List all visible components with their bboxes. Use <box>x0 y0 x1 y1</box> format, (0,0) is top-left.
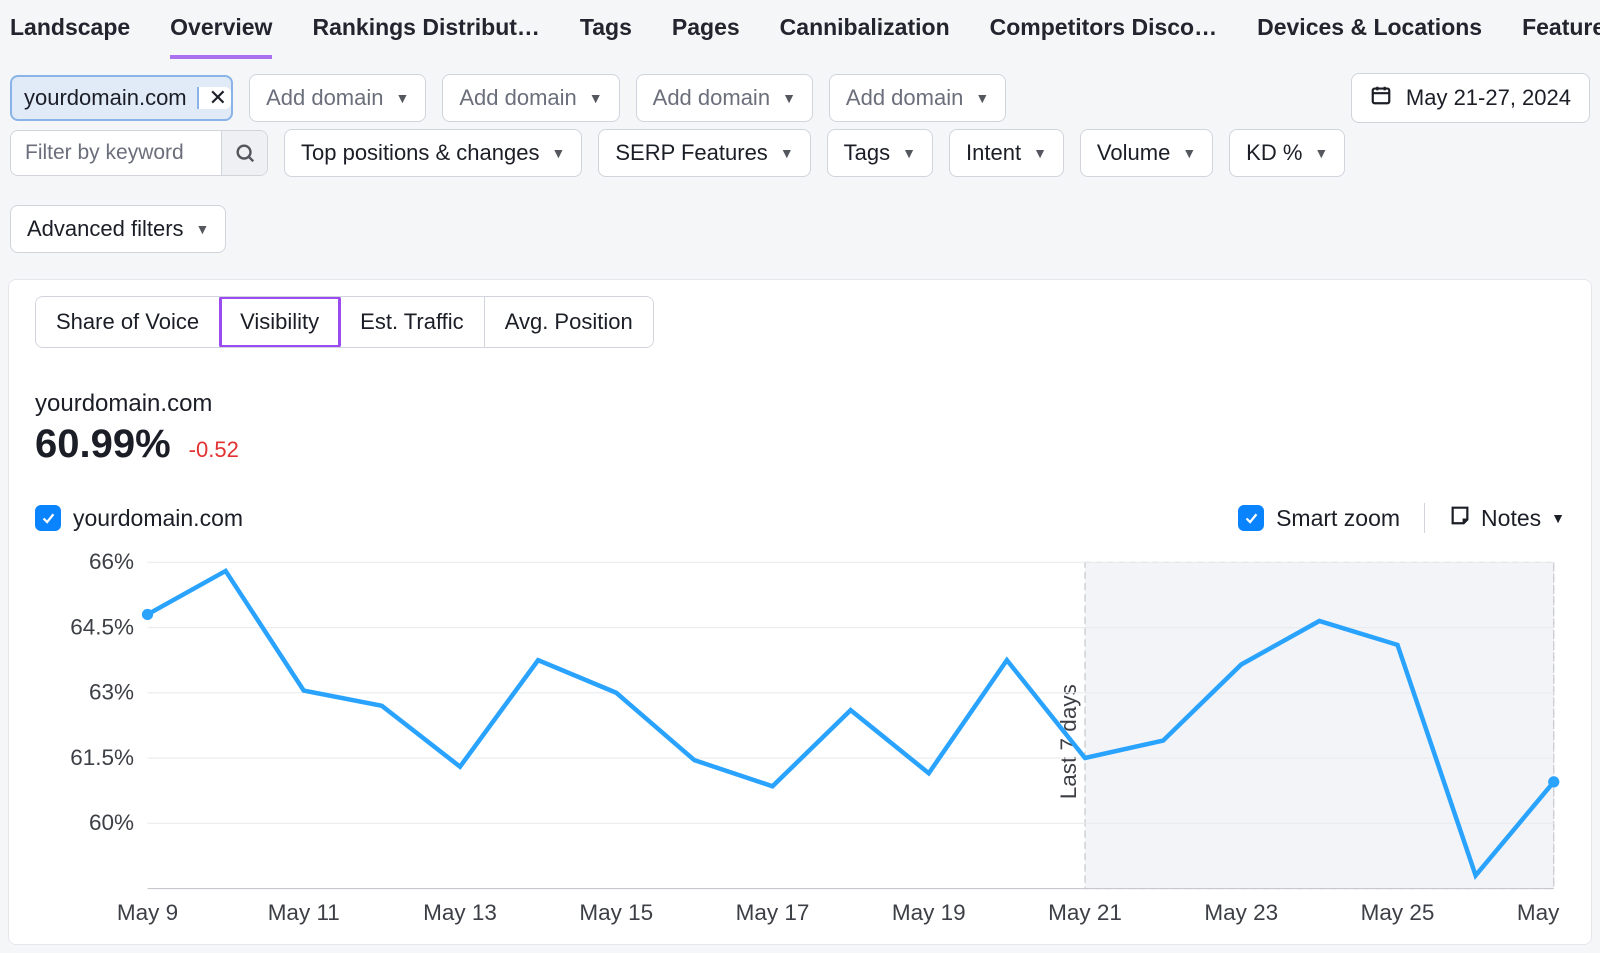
svg-text:May 27: May 27 <box>1517 900 1565 925</box>
chevron-down-icon: ▼ <box>589 90 603 106</box>
svg-text:May 19: May 19 <box>892 900 966 925</box>
filter-serp-features[interactable]: SERP Features ▼ <box>598 129 810 177</box>
svg-text:May 21: May 21 <box>1048 900 1122 925</box>
stat-domain: yourdomain.com <box>35 390 1565 418</box>
domain-chip[interactable]: yourdomain.com ✕ <box>10 75 233 121</box>
legend-series-toggle[interactable]: yourdomain.com <box>35 505 243 532</box>
checkbox-checked-icon <box>1238 505 1264 531</box>
notes-label: Notes <box>1481 505 1541 532</box>
chevron-down-icon: ▼ <box>1314 145 1328 161</box>
chevron-down-icon: ▼ <box>902 145 916 161</box>
checkbox-checked-icon <box>35 505 61 531</box>
overview-panel: Share of Voice Visibility Est. Traffic A… <box>8 279 1592 945</box>
svg-text:61.5%: 61.5% <box>70 745 134 770</box>
tab-overview[interactable]: Overview <box>170 14 272 59</box>
top-nav: Landscape Overview Rankings Distribut… T… <box>0 0 1600 59</box>
svg-text:Last 7 days: Last 7 days <box>1056 684 1081 799</box>
keyword-search-button[interactable] <box>221 131 267 175</box>
stat-block: yourdomain.com 60.99% -0.52 <box>35 390 1565 467</box>
stat-value: 60.99% <box>35 422 171 467</box>
tab-tags[interactable]: Tags <box>580 14 632 59</box>
tab-landscape[interactable]: Landscape <box>10 14 130 59</box>
svg-text:May 11: May 11 <box>268 900 340 925</box>
chevron-down-icon: ▼ <box>780 145 794 161</box>
svg-text:60%: 60% <box>89 810 134 835</box>
chevron-down-icon: ▼ <box>782 90 796 106</box>
tab-featured-snippets[interactable]: Featured Snippets <box>1522 14 1600 59</box>
stat-delta: -0.52 <box>189 437 239 463</box>
legend-series-label: yourdomain.com <box>73 505 243 532</box>
svg-text:May 15: May 15 <box>579 900 653 925</box>
add-domain-2[interactable]: Add domain ▼ <box>442 74 619 122</box>
visibility-chart[interactable]: Last 7 days 60% 61.5% 63% 64.5% 66% May 9 May 1… <box>35 551 1565 934</box>
svg-text:64.5%: 64.5% <box>70 614 134 639</box>
smart-zoom-label: Smart zoom <box>1276 505 1400 532</box>
chevron-down-icon: ▼ <box>1182 145 1196 161</box>
tab-pages[interactable]: Pages <box>672 14 740 59</box>
filter-intent[interactable]: Intent ▼ <box>949 129 1064 177</box>
filter-tags[interactable]: Tags ▼ <box>827 129 933 177</box>
tab-rankings-distribution[interactable]: Rankings Distribut… <box>312 14 539 59</box>
filter-bar-row-2: Top positions & changes ▼ SERP Features … <box>0 129 1600 259</box>
divider <box>1424 503 1425 533</box>
add-domain-4[interactable]: Add domain ▼ <box>829 74 1006 122</box>
svg-text:May 17: May 17 <box>736 900 810 925</box>
metric-tab-est-traffic[interactable]: Est. Traffic <box>340 297 485 347</box>
svg-text:63%: 63% <box>89 680 134 705</box>
metric-tab-visibility[interactable]: Visibility <box>220 297 340 347</box>
add-domain-3[interactable]: Add domain ▼ <box>636 74 813 122</box>
filter-bar-row-1: yourdomain.com ✕ Add domain ▼ Add domain… <box>0 59 1600 129</box>
remove-domain-icon[interactable]: ✕ <box>197 87 231 109</box>
note-icon <box>1449 504 1471 532</box>
svg-text:May 9: May 9 <box>117 900 178 925</box>
date-range-label: May 21-27, 2024 <box>1406 85 1571 111</box>
filter-advanced[interactable]: Advanced filters ▼ <box>10 205 226 253</box>
chevron-down-icon: ▼ <box>1033 145 1047 161</box>
metric-tabs: Share of Voice Visibility Est. Traffic A… <box>35 296 654 348</box>
svg-text:66%: 66% <box>89 551 134 574</box>
tab-devices-locations[interactable]: Devices & Locations <box>1257 14 1482 59</box>
keyword-search <box>10 130 268 176</box>
smart-zoom-toggle[interactable]: Smart zoom <box>1238 505 1400 532</box>
svg-text:May 25: May 25 <box>1361 900 1435 925</box>
keyword-search-input[interactable] <box>11 131 221 175</box>
notes-dropdown[interactable]: Notes ▼ <box>1449 504 1565 532</box>
filter-kd[interactable]: KD % ▼ <box>1229 129 1345 177</box>
filter-top-positions[interactable]: Top positions & changes ▼ <box>284 129 582 177</box>
calendar-icon <box>1370 84 1392 112</box>
filter-volume[interactable]: Volume ▼ <box>1080 129 1213 177</box>
add-domain-1[interactable]: Add domain ▼ <box>249 74 426 122</box>
chevron-down-icon: ▼ <box>196 221 210 237</box>
svg-text:May 23: May 23 <box>1204 900 1278 925</box>
tab-competitors-discovery[interactable]: Competitors Disco… <box>990 14 1217 59</box>
chevron-down-icon: ▼ <box>975 90 989 106</box>
legend-row: yourdomain.com Smart zoom Notes ▼ <box>35 503 1565 533</box>
chevron-down-icon: ▼ <box>552 145 566 161</box>
svg-text:May 13: May 13 <box>423 900 497 925</box>
metric-tab-share-of-voice[interactable]: Share of Voice <box>36 297 220 347</box>
chevron-down-icon: ▼ <box>1551 510 1565 526</box>
domain-chip-label: yourdomain.com <box>24 85 187 111</box>
metric-tab-avg-position[interactable]: Avg. Position <box>485 297 653 347</box>
chevron-down-icon: ▼ <box>396 90 410 106</box>
date-range-picker[interactable]: May 21-27, 2024 <box>1351 73 1590 123</box>
tab-cannibalization[interactable]: Cannibalization <box>780 14 950 59</box>
